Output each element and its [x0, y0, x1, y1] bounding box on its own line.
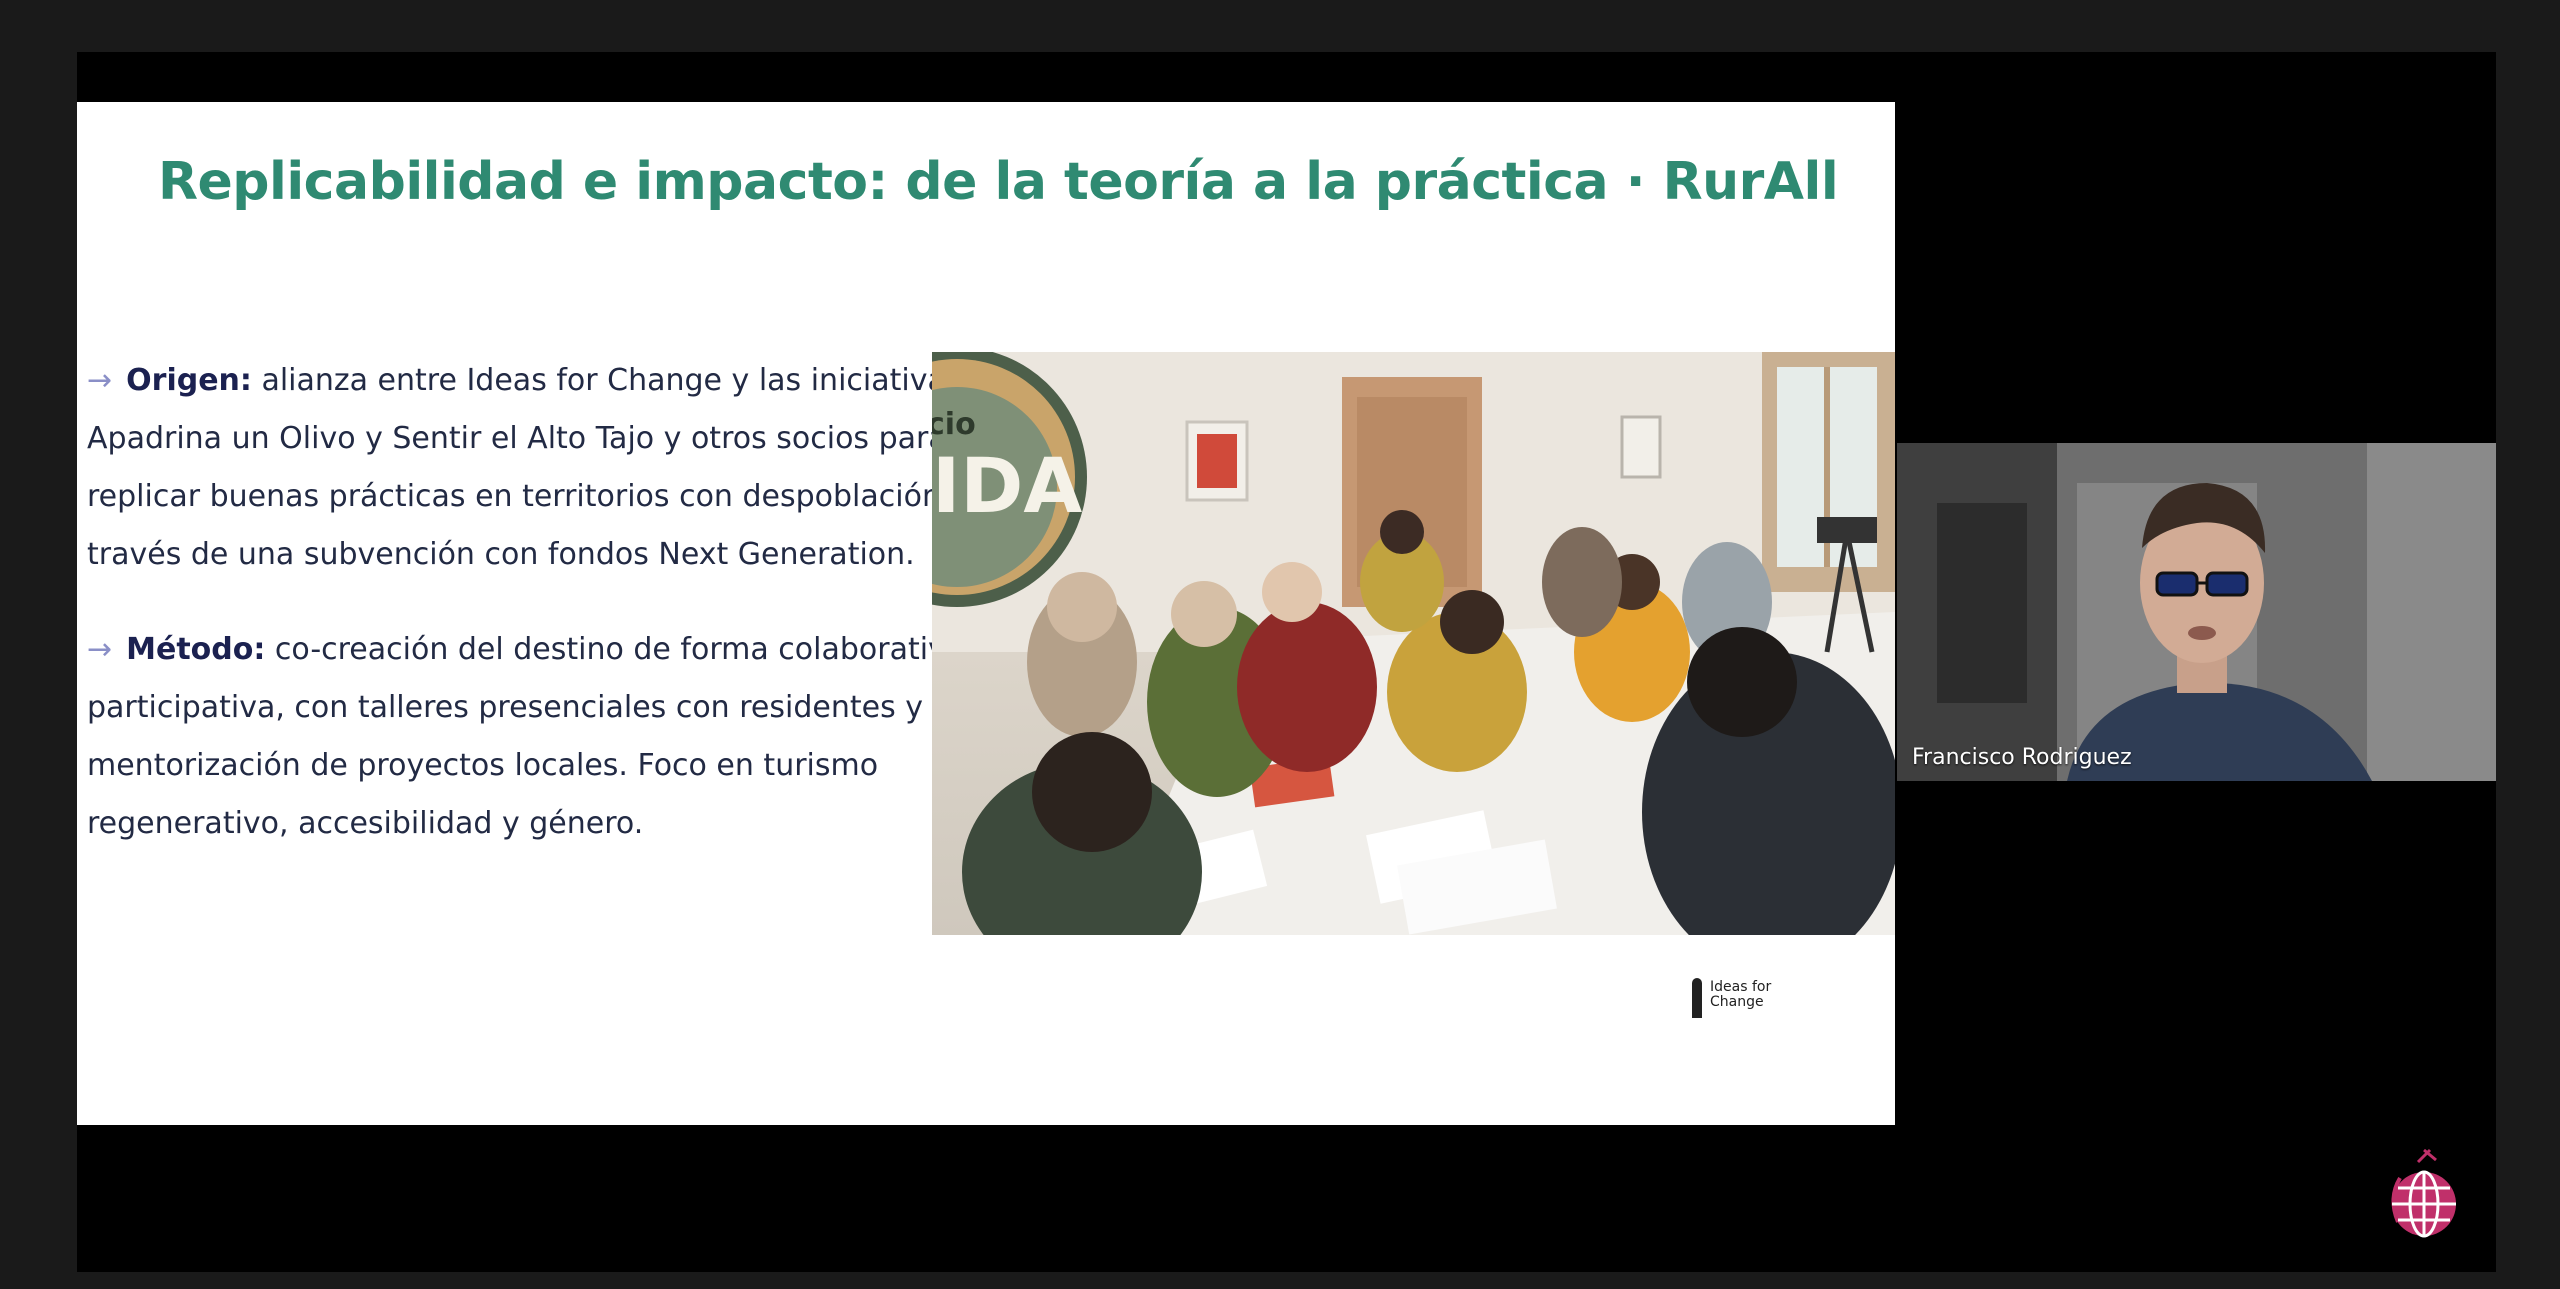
shared-slide: Replicabilidad e impacto: de la teoría a…	[77, 102, 1895, 1125]
logo-mark	[1692, 978, 1702, 1018]
globe-icon[interactable]	[2378, 1148, 2460, 1244]
bullet-lead: Origen:	[126, 363, 252, 398]
ideas-for-change-logo: Ideas for Change	[1692, 974, 1782, 1022]
workshop-photo-illustration: cio IDA	[932, 352, 1895, 935]
bullet-lead: Método:	[126, 632, 266, 667]
participant-video-tile[interactable]: Francisco Rodriguez	[1897, 443, 2496, 781]
svg-text:cio: cio	[932, 407, 976, 442]
participant-name: Francisco Rodriguez	[1912, 745, 2132, 770]
arrow-right-icon: →	[87, 363, 113, 398]
logo-text: Ideas for Change	[1710, 979, 1772, 1010]
slide-title: Replicabilidad e impacto: de la teoría a…	[158, 152, 1839, 212]
camera-feed	[1897, 443, 2496, 781]
bullet-metodo: → Método: co-creación del destino de form…	[87, 621, 1007, 853]
svg-text:IDA: IDA	[932, 441, 1082, 530]
workshop-photo: cio IDA	[932, 352, 1895, 935]
bullet-origen: → Origen: alianza entre Ideas for Change …	[87, 352, 1007, 584]
arrow-right-icon: →	[87, 632, 113, 667]
